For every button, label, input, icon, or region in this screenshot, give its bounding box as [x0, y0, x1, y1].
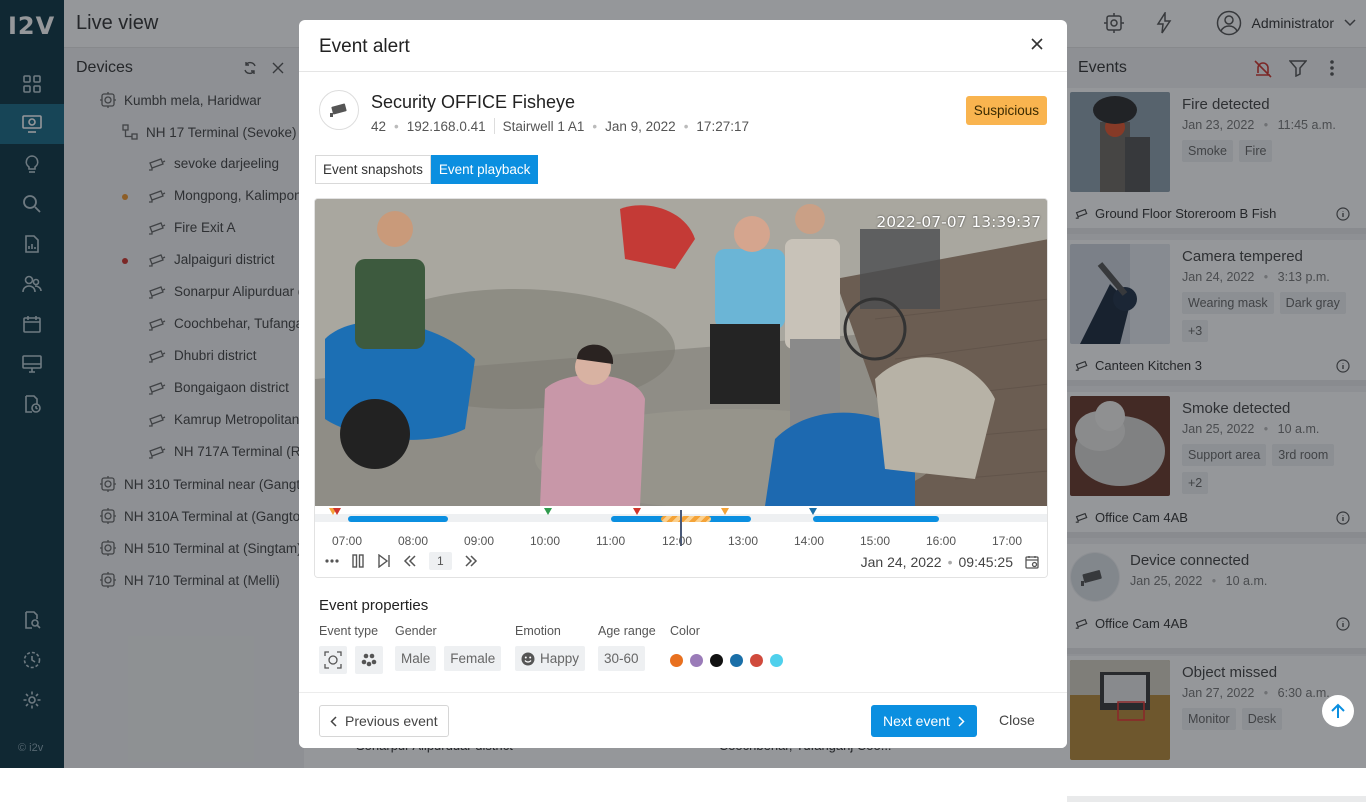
camera-avatar	[319, 90, 359, 130]
event-marker[interactable]	[333, 508, 341, 515]
event-marker[interactable]	[544, 508, 552, 515]
previous-event-label: Previous event	[345, 713, 438, 729]
playback-speed[interactable]: 1	[429, 552, 452, 570]
event-properties-title: Event properties	[319, 597, 429, 614]
timeline-time: 09:45:25	[958, 554, 1014, 570]
timeline-tick: 15:00	[860, 534, 891, 548]
rewind-icon[interactable]	[403, 555, 417, 567]
emotion-text: Happy	[540, 651, 580, 666]
tab-event-playback[interactable]: Event playback	[430, 155, 539, 184]
close-button[interactable]: Close	[999, 712, 1035, 728]
color-swatch	[690, 653, 703, 667]
color-swatch	[750, 653, 763, 667]
timeline-tick: 09:00	[464, 534, 495, 548]
next-event-button[interactable]: Next event	[871, 705, 977, 737]
gender-label: Gender	[395, 624, 437, 638]
playback-player: 2022-07-07 13:39:37 07:00 08:00 09:00 10:00…	[314, 198, 1048, 578]
gender-value: Male	[395, 646, 437, 671]
timeline-tick: 11:00	[596, 534, 626, 548]
timeline-tick: 13:00	[728, 534, 759, 548]
timeline-tick: 07:00	[332, 534, 363, 548]
timeline-date: Jan 24, 2022	[860, 554, 942, 570]
modal-footer: Previous event Next event Close	[299, 692, 1067, 748]
chevron-left-icon	[330, 715, 337, 727]
next-event-label: Next event	[883, 713, 950, 729]
emotion-value: Happy	[515, 646, 586, 671]
color-swatch	[770, 653, 783, 667]
event-date: Jan 9, 2022	[605, 118, 676, 134]
status-badge: Suspicious	[965, 96, 1047, 125]
gender-value: Female	[444, 646, 502, 671]
more-horizontal-icon[interactable]	[325, 559, 339, 563]
previous-event-button[interactable]: Previous event	[319, 705, 449, 737]
camera-meta: 42 • 192.168.0.41 Stairwell 1 A1 • Jan 9…	[371, 118, 749, 134]
camera-ip: 192.168.0.41	[406, 118, 486, 134]
scroll-top-button[interactable]	[1322, 695, 1354, 727]
video-frame[interactable]: 2022-07-07 13:39:37	[315, 199, 1047, 506]
age-value: 30-60	[598, 646, 645, 671]
crowd-icon	[355, 646, 383, 674]
event-marker[interactable]	[809, 508, 817, 515]
timeline[interactable]: 07:00 08:00 09:00 10:00 11:00 12:00 13:00 14:00…	[315, 506, 1047, 577]
recording-segment[interactable]	[348, 516, 448, 522]
face-scan-icon	[319, 646, 347, 674]
color-swatch	[730, 653, 743, 667]
timeline-tick: 14:00	[794, 534, 825, 548]
event-alert-modal: Event alert Security OFFICE Fisheye 42 •…	[299, 20, 1067, 748]
view-tabs: Event snapshots Event playback	[315, 155, 539, 184]
arrow-up-icon	[1331, 703, 1345, 718]
emotion-label: Emotion	[515, 624, 561, 638]
tab-event-snapshots[interactable]: Event snapshots	[315, 155, 431, 184]
timeline-datetime: Jan 24, 2022 • 09:45:25	[861, 554, 1039, 570]
recording-segment[interactable]	[813, 516, 939, 522]
camera-location: Stairwell 1 A1	[502, 118, 585, 134]
timeline-tick: 16:00	[926, 534, 957, 548]
event-marker[interactable]	[633, 508, 641, 515]
color-group: Color	[670, 624, 783, 674]
fast-forward-icon[interactable]	[464, 555, 478, 567]
color-swatch	[670, 653, 683, 667]
color-swatch	[710, 653, 723, 667]
close-icon[interactable]	[1031, 38, 1043, 50]
camera-name: Security OFFICE Fisheye	[371, 92, 576, 112]
gender-group: Gender Male Female	[395, 624, 502, 671]
event-time: 17:27:17	[696, 118, 749, 134]
camera-icon	[330, 103, 347, 117]
color-label: Color	[670, 624, 700, 638]
emotion-group: Emotion Happy	[515, 624, 586, 671]
pause-icon[interactable]	[351, 554, 365, 568]
event-marker[interactable]	[721, 508, 729, 515]
timeline-tick: 17:00	[992, 534, 1023, 548]
timeline-tick: 12:00	[662, 534, 693, 548]
video-timestamp: 2022-07-07 13:39:37	[876, 213, 1041, 231]
playback-controls: 1	[325, 552, 478, 570]
event-type-label: Event type	[319, 624, 379, 638]
event-segment[interactable]	[661, 516, 711, 522]
smile-icon	[521, 652, 535, 665]
timeline-tick: 08:00	[398, 534, 429, 548]
camera-id: 42	[371, 118, 387, 134]
age-group: Age range 30-60	[598, 624, 656, 671]
chevron-right-icon	[958, 715, 965, 727]
event-type-group: Event type	[319, 624, 383, 674]
calendar-clock-icon[interactable]	[1025, 555, 1039, 569]
step-forward-icon[interactable]	[377, 554, 391, 568]
modal-title: Event alert	[319, 36, 410, 57]
age-label: Age range	[598, 624, 656, 638]
timeline-tick: 10:00	[530, 534, 561, 548]
